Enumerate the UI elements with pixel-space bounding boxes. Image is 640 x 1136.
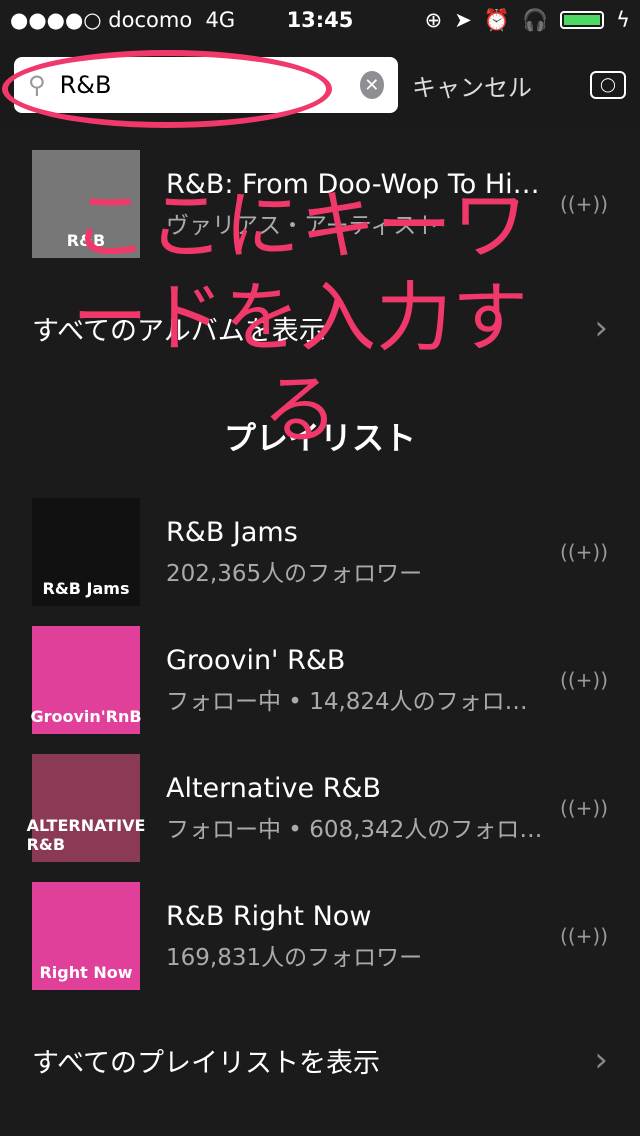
playlist-title: R&B Jams	[166, 516, 298, 548]
album-cover: R&B	[32, 150, 140, 258]
playlist-title: R&B Right Now	[166, 900, 372, 932]
status-bar: ●●●●○ docomo 4G 13:45 ⊕ ➤ ⏰ 🎧 ϟ	[0, 0, 640, 40]
album-title: R&B: From Doo-Wop To Hip-Hop	[166, 168, 546, 200]
search-box[interactable]: ⚲ ✕	[14, 57, 398, 113]
rotation-lock-icon: ⊕	[424, 8, 443, 32]
playlist-sub: 202,365人のフォロワー	[166, 560, 423, 587]
section-heading: プレイリスト	[223, 419, 416, 457]
carrier: ●●●●○ docomo	[10, 8, 193, 32]
playlist-sub: 169,831人のフォロワー	[166, 944, 423, 971]
album-artist: ヴァリアス・アーティスト	[166, 212, 440, 239]
show-all-playlists-label: すべてのプレイリストを表示	[32, 1047, 381, 1079]
battery-icon	[560, 11, 605, 29]
playlist-row[interactable]: R&B Jams R&B Jams 202,365人のフォロワー ((+))	[0, 488, 640, 616]
cancel-button[interactable]: キャンセル	[412, 68, 532, 103]
playlist-cover: ALTERNATIVE R&B	[27, 754, 145, 862]
search-input[interactable]	[59, 71, 360, 99]
playlist-sub: フォロー中 • 608,342人のフォロワー	[166, 816, 547, 843]
search-icon: ⚲	[28, 71, 46, 99]
headphones-icon: 🎧	[521, 7, 549, 32]
playlist-row[interactable]: Right Now R&B Right Now 169,831人のフォロワー ((+)…	[0, 872, 640, 1000]
show-all-playlists[interactable]: すべてのプレイリストを表示 ›	[0, 1000, 640, 1120]
show-all-albums[interactable]: すべてのアルバムを表示 ›	[0, 268, 640, 388]
playlist-title: Alternative R&B	[166, 772, 382, 804]
album-row[interactable]: R&B R&B: From Doo-Wop To Hip-Hop ヴァリアス・ア…	[0, 140, 640, 268]
clear-icon[interactable]: ✕	[359, 71, 384, 99]
broadcast-add-icon[interactable]: ((+))	[560, 924, 608, 948]
chevron-right-icon: ›	[594, 1040, 608, 1080]
show-all-albums-label: すべてのアルバムを表示	[32, 315, 326, 347]
camera-icon[interactable]: ◯	[590, 71, 626, 99]
network: 4G	[205, 8, 236, 32]
playlist-cover: Groovin'RnB	[30, 626, 142, 734]
playlist-cover: R&B Jams	[32, 498, 140, 606]
playlist-row[interactable]: Groovin'RnB Groovin' R&B フォロー中 • 14,824人のフ…	[0, 616, 640, 744]
broadcast-add-icon[interactable]: ((+))	[560, 192, 608, 216]
charging-icon: ϟ	[616, 8, 630, 32]
playlist-title: Groovin' R&B	[166, 644, 346, 676]
playlist-cover: Right Now	[32, 882, 140, 990]
chevron-right-icon: ›	[594, 308, 608, 348]
broadcast-add-icon[interactable]: ((+))	[560, 668, 608, 692]
location-icon: ➤	[454, 8, 472, 32]
broadcast-add-icon[interactable]: ((+))	[560, 540, 608, 564]
broadcast-add-icon[interactable]: ((+))	[560, 796, 608, 820]
search-header: ⚲ ✕ キャンセル ◯	[0, 40, 640, 130]
playlist-row[interactable]: ALTERNATIVE R&B Alternative R&B フォロー中 • 60…	[0, 744, 640, 872]
playlist-list: R&B Jams R&B Jams 202,365人のフォロワー ((+)) Groo…	[0, 488, 640, 1000]
playlist-sub: フォロー中 • 14,824人のフォロワー	[166, 688, 547, 715]
alarm-icon: ⏰	[483, 7, 510, 32]
